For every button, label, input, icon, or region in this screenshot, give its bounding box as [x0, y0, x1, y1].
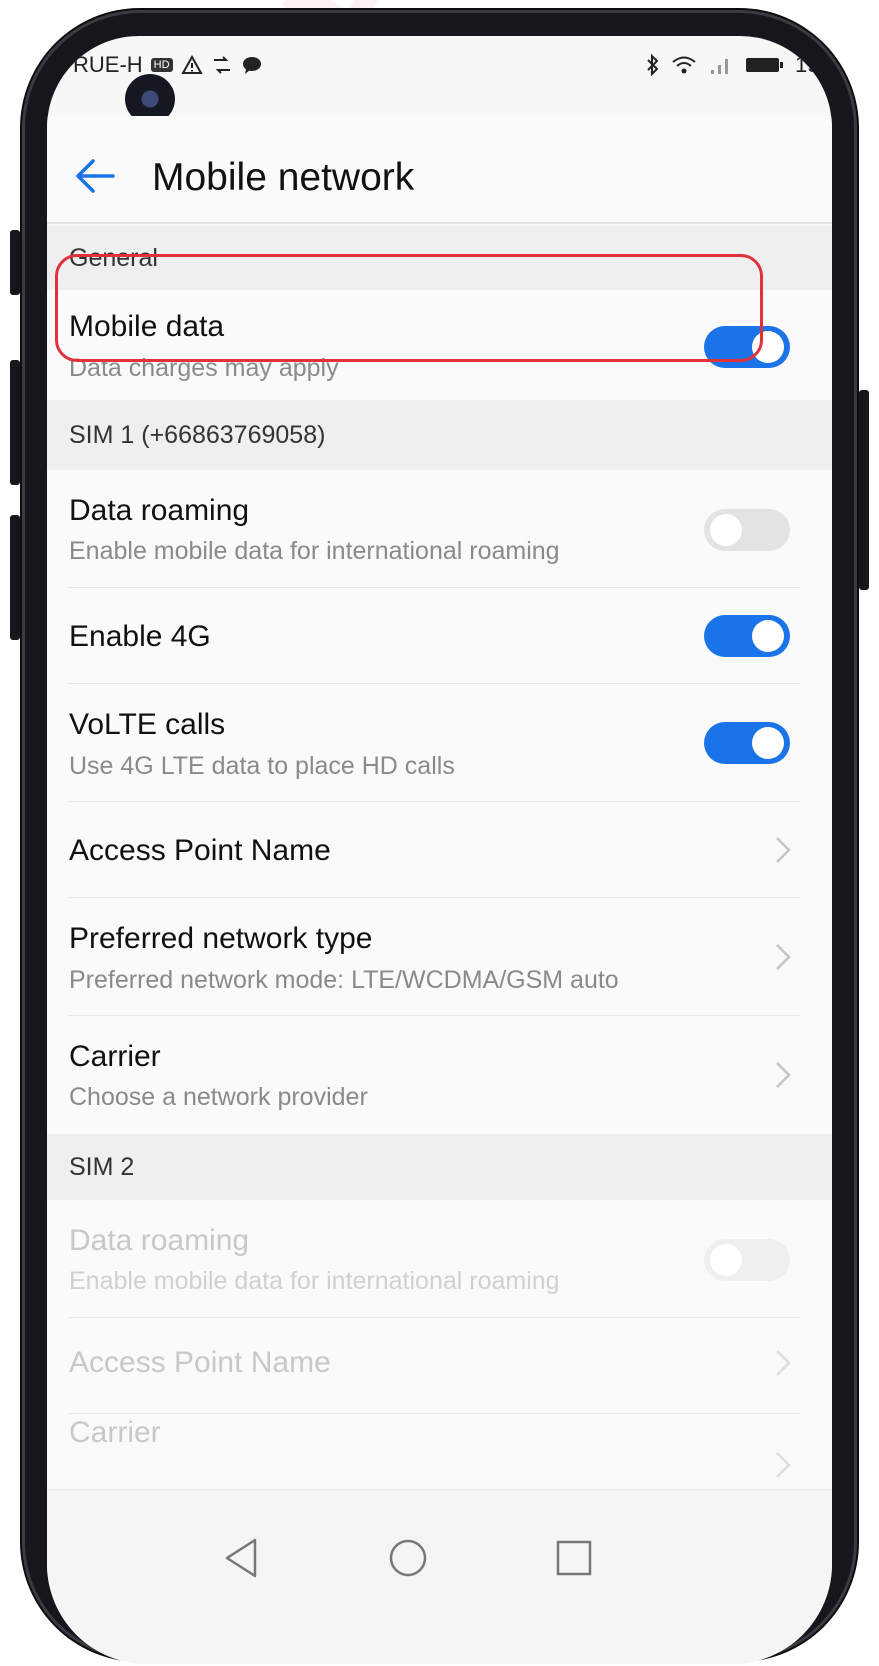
section-sim1-label: SIM 1 (+66863769058) — [69, 420, 326, 449]
chevron-right-icon — [776, 1452, 791, 1478]
section-general: General — [47, 226, 832, 290]
sim1-data-roaming-row[interactable]: Data roaming Enable mobile data for inte… — [47, 470, 832, 588]
sim2-data-roaming-subtitle: Enable mobile data for international roa… — [69, 1267, 560, 1295]
chat-icon — [242, 57, 261, 74]
enable-4g-toggle[interactable] — [704, 615, 790, 657]
circle-home-icon[interactable] — [384, 1534, 432, 1582]
enable-4g-title: Enable 4G — [69, 620, 211, 653]
section-sim2-label: SIM 2 — [69, 1152, 135, 1181]
volume-down-button — [10, 360, 20, 485]
enable-4g-row[interactable]: Enable 4G — [47, 588, 832, 684]
sim1-apn-title: Access Point Name — [69, 834, 331, 867]
chevron-right-icon — [776, 1350, 791, 1376]
mobile-data-subtitle: Data charges may apply — [69, 354, 339, 382]
section-sim1: SIM 1 (+66863769058) — [47, 400, 832, 470]
sim1-data-roaming-toggle[interactable] — [704, 509, 790, 551]
sim1-data-roaming-subtitle: Enable mobile data for international roa… — [69, 537, 560, 565]
sim1-carrier-row[interactable]: Carrier Choose a network provider — [47, 1016, 832, 1134]
bluetooth-icon — [647, 53, 659, 77]
preferred-network-row[interactable]: Preferred network type Preferred network… — [47, 898, 832, 1016]
arrow-left-icon[interactable] — [73, 154, 117, 198]
chevron-right-icon — [776, 837, 791, 863]
page-title: Mobile network — [152, 156, 415, 199]
mobile-data-title: Mobile data — [69, 310, 225, 343]
power-button — [859, 390, 869, 590]
sim1-apn-row[interactable]: Access Point Name — [47, 802, 832, 898]
volte-calls-toggle[interactable] — [704, 722, 790, 764]
volte-calls-row[interactable]: VoLTE calls Use 4G LTE data to place HD … — [47, 684, 832, 802]
sim2-data-roaming-row: Data roaming Enable mobile data for inte… — [47, 1200, 832, 1318]
battery-icon — [745, 58, 783, 72]
chevron-right-icon — [776, 944, 791, 970]
app-header: Mobile network — [47, 116, 832, 224]
preferred-network-subtitle: Preferred network mode: LTE/WCDMA/GSM au… — [69, 966, 619, 994]
carrier-text: RUE-H — [73, 52, 143, 77]
preferred-network-title: Preferred network type — [69, 922, 373, 955]
wifi-icon — [672, 56, 696, 74]
sim2-data-roaming-toggle — [704, 1239, 790, 1281]
sim1-data-roaming-title: Data roaming — [69, 494, 250, 527]
section-sim2: SIM 2 — [47, 1134, 832, 1200]
sim1-carrier-subtitle: Choose a network provider — [69, 1083, 368, 1111]
sim2-data-roaming-title: Data roaming — [69, 1224, 250, 1257]
navigation-bar — [47, 1489, 832, 1664]
sim2-apn-row: Access Point Name — [47, 1318, 832, 1414]
volte-calls-title: VoLTE calls — [69, 708, 226, 741]
status-bar: RUE-H HD 19:34 — [47, 36, 832, 124]
volte-calls-subtitle: Use 4G LTE data to place HD calls — [69, 752, 455, 780]
clock-text: 19:34 — [794, 52, 832, 77]
sync-icon — [213, 56, 230, 74]
signal-icon — [710, 59, 728, 74]
sim2-apn-title: Access Point Name — [69, 1346, 331, 1379]
side-key-button — [10, 515, 20, 640]
sim2-carrier-row: Carrier — [47, 1414, 832, 1494]
sim1-carrier-title: Carrier — [69, 1040, 161, 1073]
triangle-back-icon[interactable] — [217, 1534, 265, 1582]
warning-icon — [180, 55, 203, 74]
section-general-label: General — [69, 243, 158, 272]
hd-badge-icon: HD — [150, 58, 173, 72]
mobile-data-toggle[interactable] — [704, 326, 790, 368]
square-recents-icon[interactable] — [550, 1534, 598, 1582]
volume-up-button — [10, 230, 20, 295]
mobile-data-row[interactable]: Mobile data Data charges may apply — [47, 290, 832, 400]
chevron-right-icon — [776, 1062, 791, 1088]
sim2-carrier-title: Carrier — [69, 1416, 161, 1449]
phone-screen: RUE-H HD 19:34 Mobile network General Mo… — [47, 36, 832, 1664]
